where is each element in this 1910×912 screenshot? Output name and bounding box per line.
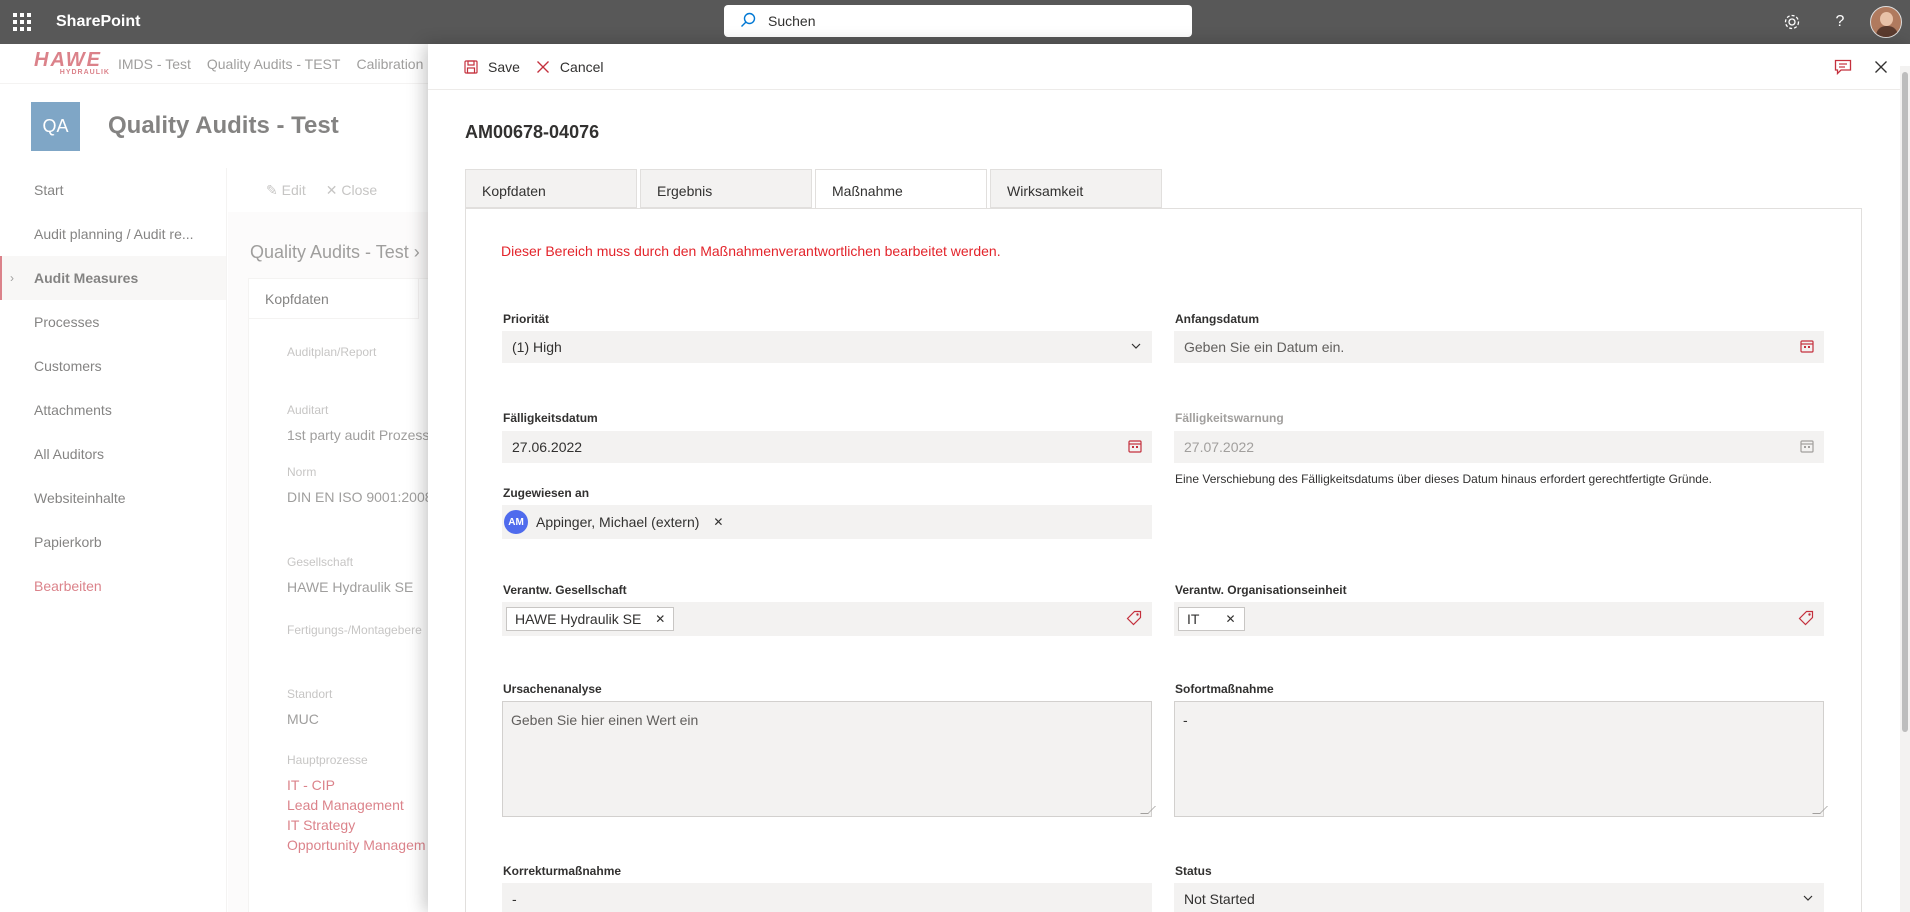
remove-person-icon[interactable]: ✕ xyxy=(713,515,723,529)
label-faelligkeitsdatum: Fälligkeitsdatum xyxy=(503,411,598,425)
zugewiesen-people-picker[interactable]: AM Appinger, Michael (extern) ✕ xyxy=(502,505,1152,539)
tag-icon[interactable] xyxy=(1126,610,1142,629)
edit-panel: Save Cancel AM00678-04076 Kopfdaten Erge… xyxy=(428,44,1910,912)
person-chip[interactable]: AM Appinger, Michael (extern) ✕ xyxy=(504,510,723,534)
person-name: Appinger, Michael (extern) xyxy=(536,514,700,530)
gesellschaft-taxonomy-picker[interactable]: HAWE Hydraulik SE ✕ xyxy=(502,602,1152,636)
calendar-icon[interactable] xyxy=(1128,439,1142,456)
orgeinheit-tag[interactable]: IT ✕ xyxy=(1178,607,1245,631)
chevron-down-icon xyxy=(1130,339,1142,355)
help-icon[interactable]: ? xyxy=(1816,0,1864,44)
suite-bar: SharePoint Suchen ? xyxy=(0,0,1910,44)
faelligkeitswarnung-input: 27.07.2022 xyxy=(1174,431,1824,463)
gesellschaft-tag[interactable]: HAWE Hydraulik SE ✕ xyxy=(506,607,675,631)
tag-icon[interactable] xyxy=(1798,610,1814,629)
suite-title[interactable]: SharePoint xyxy=(56,13,140,31)
faelligkeitsdatum-input[interactable]: 27.06.2022 xyxy=(502,431,1152,463)
label-status: Status xyxy=(1175,864,1212,878)
faelligkeitswarnung-hint: Eine Verschiebung des Fälligkeitsdatums … xyxy=(1175,472,1712,486)
label-ursache: Ursachenanalyse xyxy=(503,682,602,696)
prioritaet-value: (1) High xyxy=(512,339,562,355)
label-orgeinheit: Verantw. Organisationseinheit xyxy=(1175,583,1347,597)
calendar-icon xyxy=(1800,439,1814,456)
cancel-button[interactable]: Cancel xyxy=(536,59,604,75)
calendar-icon[interactable] xyxy=(1800,339,1814,356)
settings-gear-icon[interactable] xyxy=(1768,0,1816,44)
close-panel-icon[interactable] xyxy=(1862,44,1900,90)
chevron-down-icon xyxy=(1802,891,1814,907)
sofort-value: - xyxy=(1183,712,1188,728)
remove-tag-icon[interactable]: ✕ xyxy=(1225,612,1235,626)
label-korrektur: Korrekturmaßnahme xyxy=(503,864,622,878)
person-avatar: AM xyxy=(504,510,528,534)
status-dropdown[interactable]: Not Started xyxy=(1174,883,1824,912)
panel-command-bar: Save Cancel xyxy=(428,44,1910,90)
status-value: Not Started xyxy=(1184,891,1255,907)
search-icon xyxy=(740,12,756,31)
anfangsdatum-placeholder: Geben Sie ein Datum ein. xyxy=(1184,339,1345,355)
save-icon xyxy=(464,59,478,74)
search-placeholder: Suchen xyxy=(768,13,816,29)
label-sofort: Sofortmaßnahme xyxy=(1175,682,1274,696)
comment-icon[interactable] xyxy=(1824,44,1862,90)
tab-massnahme[interactable]: Maßnahme xyxy=(815,169,987,209)
label-zugewiesen: Zugewiesen an xyxy=(503,486,590,500)
tab-wirksamkeit[interactable]: Wirksamkeit xyxy=(990,169,1162,208)
remove-tag-icon[interactable]: ✕ xyxy=(655,612,665,626)
app-launcher-icon[interactable] xyxy=(0,0,44,44)
faelligkeitswarnung-value: 27.07.2022 xyxy=(1184,439,1255,455)
sofort-textarea[interactable]: - xyxy=(1174,701,1828,817)
korrektur-value: - xyxy=(512,891,517,907)
save-button[interactable]: Save xyxy=(464,59,520,75)
orgeinheit-taxonomy-picker[interactable]: IT ✕ xyxy=(1174,602,1824,636)
label-gesellschaft: Verantw. Gesellschaft xyxy=(503,583,627,597)
anfangsdatum-input[interactable]: Geben Sie ein Datum ein. xyxy=(1174,331,1824,363)
label-faelligkeitswarnung: Fälligkeitswarnung xyxy=(1175,411,1284,425)
korrektur-input[interactable]: - xyxy=(502,883,1152,912)
item-title: AM00678-04076 xyxy=(465,122,600,142)
search-input[interactable]: Suchen xyxy=(724,5,1192,37)
notice-text: Dieser Bereich muss durch den Maßnahmenv… xyxy=(501,243,1001,259)
user-avatar[interactable] xyxy=(1870,6,1902,38)
scrollbar-thumb[interactable] xyxy=(1902,72,1908,732)
ursache-textarea[interactable]: Geben Sie hier einen Wert ein xyxy=(502,701,1156,817)
ursache-placeholder: Geben Sie hier einen Wert ein xyxy=(511,712,699,728)
tab-ergebnis[interactable]: Ergebnis xyxy=(640,169,812,208)
prioritaet-dropdown[interactable]: (1) High xyxy=(502,331,1152,363)
form-tabs: Kopfdaten Ergebnis Maßnahme Wirksamkeit xyxy=(465,169,1165,209)
cancel-icon xyxy=(536,60,550,74)
faelligkeitsdatum-value: 27.06.2022 xyxy=(512,439,583,455)
label-anfangsdatum: Anfangsdatum xyxy=(1175,312,1259,326)
panel-scrollbar[interactable] xyxy=(1900,66,1910,912)
label-prioritaet: Priorität xyxy=(503,312,550,326)
tab-kopfdaten[interactable]: Kopfdaten xyxy=(465,169,637,208)
